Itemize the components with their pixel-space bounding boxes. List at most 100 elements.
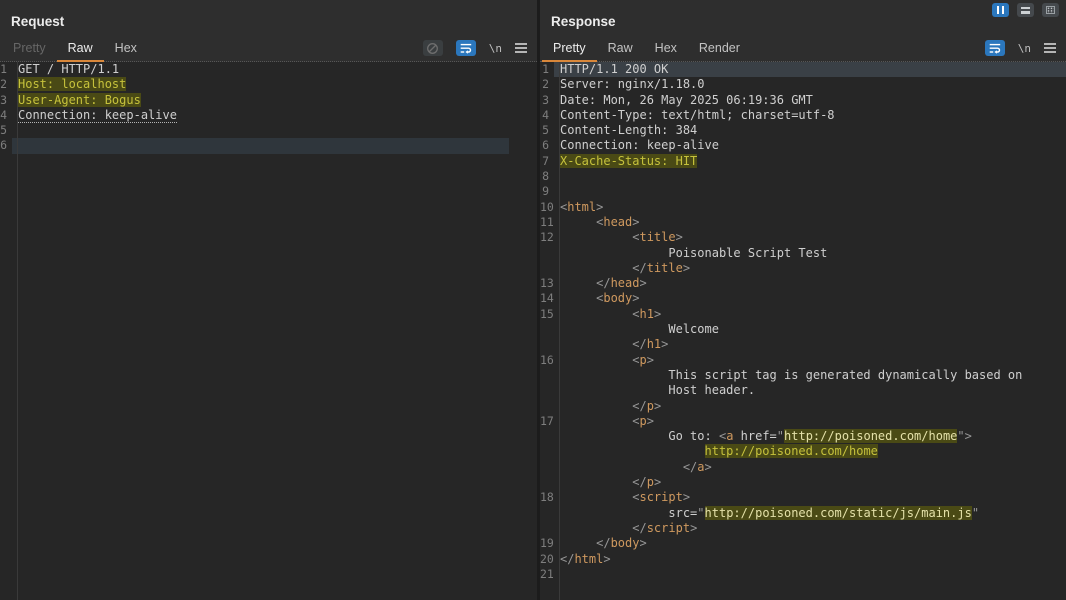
word-wrap-button[interactable] — [985, 40, 1005, 56]
code-text: This script tag is generated dynamically… — [554, 368, 1066, 383]
code-line[interactable]: 14 <body> — [540, 291, 1066, 306]
code-line[interactable]: 20</html> — [540, 552, 1066, 567]
code-text: <p> — [554, 353, 1066, 368]
request-editor[interactable]: 1GET / HTTP/1.12Host: localhost3User-Age… — [0, 62, 537, 600]
code-text: HTTP/1.1 200 OK — [554, 62, 1066, 77]
code-line[interactable]: </title> — [540, 261, 1066, 276]
code-line[interactable]: Poisonable Script Test — [540, 246, 1066, 261]
layout-combined-button[interactable] — [1042, 3, 1059, 17]
code-line[interactable]: 9 — [540, 184, 1066, 199]
line-number: 15 — [540, 307, 554, 322]
code-text: Date: Mon, 26 May 2025 06:19:36 GMT — [554, 93, 1066, 108]
menu-icon[interactable] — [515, 43, 527, 53]
line-number — [540, 506, 554, 521]
code-line[interactable]: 18 <script> — [540, 490, 1066, 505]
circle-slash-icon — [426, 42, 439, 55]
response-tab-render[interactable]: Render — [688, 41, 751, 61]
code-line[interactable]: 17 <p> — [540, 414, 1066, 429]
line-number: 1 — [540, 62, 554, 77]
code-line[interactable]: 12 <title> — [540, 230, 1066, 245]
code-text: Content-Type: text/html; charset=utf-8 — [554, 108, 1066, 123]
code-line[interactable]: Host header. — [540, 383, 1066, 398]
code-line[interactable]: 19 </body> — [540, 536, 1066, 551]
word-wrap-button[interactable] — [456, 40, 476, 56]
code-text: Go to: <a href="http://poisoned.com/home… — [554, 429, 1066, 444]
code-text: Welcome — [554, 322, 1066, 337]
code-line[interactable]: This script tag is generated dynamically… — [540, 368, 1066, 383]
window-layout-buttons — [992, 3, 1059, 17]
response-title: Response — [540, 0, 1066, 36]
code-text: <html> — [554, 200, 1066, 215]
code-text: src="http://poisoned.com/static/js/main.… — [554, 506, 1066, 521]
line-number: 18 — [540, 490, 554, 505]
code-line[interactable]: 6Connection: keep-alive — [540, 138, 1066, 153]
code-line[interactable]: 5Content-Length: 384 — [540, 123, 1066, 138]
code-line[interactable]: 8 — [540, 169, 1066, 184]
code-line[interactable]: 4Connection: keep-alive — [0, 108, 537, 123]
request-tabbar: Pretty Raw Hex — [0, 36, 537, 62]
code-line[interactable]: </p> — [540, 399, 1066, 414]
code-line[interactable]: 4Content-Type: text/html; charset=utf-8 — [540, 108, 1066, 123]
code-line[interactable]: 11 <head> — [540, 215, 1066, 230]
code-text: User-Agent: Bogus — [12, 93, 537, 108]
code-text: http://poisoned.com/home — [554, 444, 1066, 459]
gutter-divider — [559, 62, 560, 600]
code-line[interactable]: 3Date: Mon, 26 May 2025 06:19:36 GMT — [540, 93, 1066, 108]
code-line[interactable]: 15 <h1> — [540, 307, 1066, 322]
code-line[interactable]: 1GET / HTTP/1.1 — [0, 62, 537, 77]
response-editor[interactable]: 1HTTP/1.1 200 OK2Server: nginx/1.18.03Da… — [540, 62, 1066, 600]
line-number: 8 — [540, 169, 554, 184]
combined-view-icon — [1046, 6, 1055, 14]
layout-rows-button[interactable] — [1017, 3, 1034, 17]
request-tab-pretty[interactable]: Pretty — [2, 41, 57, 61]
code-line[interactable]: </a> — [540, 460, 1066, 475]
code-line[interactable]: 16 <p> — [540, 353, 1066, 368]
code-line[interactable]: 5 — [0, 123, 537, 138]
code-line[interactable]: 13 </head> — [540, 276, 1066, 291]
layout-columns-button[interactable] — [992, 3, 1009, 17]
code-line[interactable]: 1HTTP/1.1 200 OK — [540, 62, 1066, 77]
hide-disabled-button[interactable] — [423, 40, 443, 56]
line-number: 10 — [540, 200, 554, 215]
response-tabbar: Pretty Raw Hex Render \n — [540, 36, 1066, 62]
request-code: 1GET / HTTP/1.12Host: localhost3User-Age… — [0, 62, 537, 154]
code-line[interactable]: 21 — [540, 567, 1066, 582]
response-tab-raw[interactable]: Raw — [597, 41, 644, 61]
request-tab-hex[interactable]: Hex — [104, 41, 148, 61]
code-line[interactable]: </h1> — [540, 337, 1066, 352]
code-text: Poisonable Script Test — [554, 246, 1066, 261]
code-line[interactable]: http://poisoned.com/home — [540, 444, 1066, 459]
code-line[interactable]: 2Server: nginx/1.18.0 — [540, 77, 1066, 92]
code-text: <head> — [554, 215, 1066, 230]
code-text: </head> — [554, 276, 1066, 291]
line-number: 5 — [540, 123, 554, 138]
line-number: 4 — [540, 108, 554, 123]
code-line[interactable]: 6 — [0, 138, 537, 153]
line-number: 7 — [540, 154, 554, 169]
code-line[interactable]: Welcome — [540, 322, 1066, 337]
response-tab-pretty[interactable]: Pretty — [542, 41, 597, 61]
code-line[interactable]: 3User-Agent: Bogus — [0, 93, 537, 108]
response-tab-hex[interactable]: Hex — [644, 41, 688, 61]
code-text — [12, 138, 509, 153]
code-line[interactable]: </p> — [540, 475, 1066, 490]
newline-toggle-button[interactable]: \n — [1018, 42, 1031, 55]
code-line[interactable]: 10<html> — [540, 200, 1066, 215]
code-line[interactable]: 7X-Cache-Status: HIT — [540, 154, 1066, 169]
menu-icon[interactable] — [1044, 43, 1056, 53]
newline-toggle-button[interactable]: \n — [489, 42, 502, 55]
word-wrap-icon — [989, 43, 1001, 54]
code-line[interactable]: Go to: <a href="http://poisoned.com/home… — [540, 429, 1066, 444]
line-number: 20 — [540, 552, 554, 567]
code-text: </h1> — [554, 337, 1066, 352]
code-line[interactable]: src="http://poisoned.com/static/js/main.… — [540, 506, 1066, 521]
code-line[interactable]: 2Host: localhost — [0, 77, 537, 92]
code-text: <p> — [554, 414, 1066, 429]
line-number: 21 — [540, 567, 554, 582]
line-number: 11 — [540, 215, 554, 230]
line-number: 12 — [540, 230, 554, 245]
response-panel: Response Pretty Raw Hex Render — [540, 0, 1066, 600]
line-number — [540, 444, 554, 459]
code-line[interactable]: </script> — [540, 521, 1066, 536]
request-tab-raw[interactable]: Raw — [57, 41, 104, 61]
